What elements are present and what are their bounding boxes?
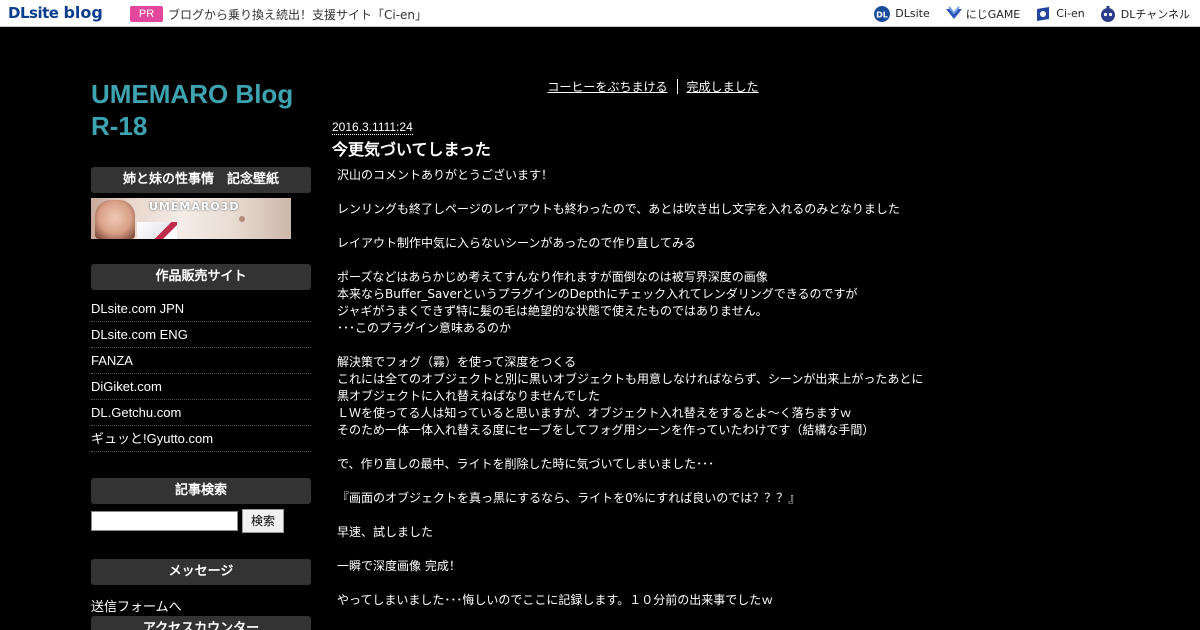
toplink-dlchannel[interactable]: DLチャンネル: [1099, 5, 1190, 23]
post-body-line: [337, 218, 997, 235]
post-body-line: [337, 439, 997, 456]
toplink-nijigame-label: にじGAME: [965, 7, 1021, 21]
logo-dlsite-text: DLsite: [8, 4, 59, 22]
blog-title-line2: R-18: [91, 111, 148, 141]
post-body-line: ･･･このプラグイン意味あるのか: [337, 321, 512, 335]
post-body-line: [337, 337, 997, 354]
post-body-line: 黒オブジェクトに入れ替えねばなりませんでした: [337, 389, 601, 403]
blog-title[interactable]: UMEMARO Blog R-18: [91, 78, 321, 142]
post-body-line: [337, 541, 997, 558]
top-bar: DLsite blog PR ブログから乗り換え続出！支援サイト「Ci-en」 …: [0, 0, 1200, 27]
post-body-line: レイアウト制作中気に入らないシーンがあったので作り直してみる: [337, 236, 697, 250]
toplink-dlchannel-label: DLチャンネル: [1120, 7, 1190, 21]
post-navigation: コーヒーをぶちまける 完成しました: [332, 78, 974, 95]
post-body-line: ポーズなどはあらかじめ考えてすんなり作れますが面倒なのは被写界深度の画像: [337, 270, 768, 284]
site-link-dlsite-eng[interactable]: DLsite.com ENG: [91, 322, 311, 348]
post-body-line: やってしまいました･･･悔しいのでここに記録します。１０分前の出来事でしたｗ: [337, 593, 774, 607]
post-date[interactable]: 2016.3.1111:24: [332, 120, 413, 135]
dlchannel-icon: [1099, 5, 1117, 23]
post-body-line: [337, 252, 997, 269]
site-link-fanza[interactable]: FANZA: [91, 348, 311, 374]
site-link-getchu[interactable]: DL.Getchu.com: [91, 400, 311, 426]
post-title: 今更気づいてしまった: [332, 140, 491, 159]
post-body-line: で、作り直しの最中、ライトを削除した時に気づいてしまいました･･･: [337, 457, 715, 471]
post-body-line: そのため一体一体入れ替える度にセーブをしてフォグ用シーンを作っていたわけです（結…: [337, 423, 875, 437]
post-body-line: 沢山のコメントありがとうございます！: [337, 168, 554, 182]
wallpaper-banner-image[interactable]: UMEMARO3D: [91, 198, 291, 239]
toplink-dlsite-label: DLsite: [895, 7, 930, 20]
sales-site-list: DLsite.com JPN DLsite.com ENG FANZA DiGi…: [91, 296, 311, 452]
post-body-line: 『画面のオブジェクトを真っ黒にするなら、ライトを0%にすれば良いのでは？？？』: [337, 491, 801, 505]
post-body-line: 一瞬で深度画像 完成！: [337, 559, 461, 573]
nav-separator: [676, 79, 678, 94]
cien-icon: [1034, 5, 1052, 23]
blog-title-line1: UMEMARO Blog: [91, 79, 294, 109]
post-body-line: ジャギがうまくできず特に髪の毛は絶望的な状態で使えたものではありません。: [337, 304, 768, 318]
post-body-line: ＬＷを使ってる人は知っていると思いますが、オブジェクト入れ替えをするとよ～く落ち…: [337, 406, 852, 420]
pr-link[interactable]: ブログから乗り換え続出！支援サイト「Ci-en」: [168, 6, 427, 23]
post-body-line: [337, 473, 997, 490]
nijigame-icon: [944, 5, 962, 23]
prev-post-link[interactable]: コーヒーをぶちまける: [547, 80, 667, 94]
article-search-input[interactable]: [91, 511, 238, 531]
section-title-wallpaper: 姉と妹の性事情 記念壁紙: [91, 167, 311, 193]
toplink-cien-label: Ci-en: [1056, 7, 1085, 20]
section-title-message: メッセージ: [91, 559, 311, 585]
section-title-access-counter: アクセスカウンター: [91, 616, 311, 630]
message-form-link[interactable]: 送信フォームへ: [91, 596, 182, 615]
pr-badge: PR: [130, 6, 163, 22]
post-body-line: これには全てのオブジェクトと別に黒いオブジェクトも用意しなければならず、シーンが…: [337, 372, 924, 386]
post-body-line: [337, 184, 997, 201]
banner-text: UMEMARO3D: [149, 200, 240, 213]
next-post-link[interactable]: 完成しました: [687, 80, 759, 94]
dlsite-blog-logo[interactable]: DLsite blog: [8, 3, 103, 24]
site-link-gyutto[interactable]: ギュッと!Gyutto.com: [91, 426, 311, 452]
toplink-dlsite[interactable]: DL DLsite: [873, 5, 930, 23]
post-body-line: [337, 507, 997, 524]
post-body-line: 早速、試しました: [337, 525, 434, 539]
section-title-search: 記事検索: [91, 478, 311, 504]
post-body-line: 本来ならBuffer_SaverというプラグインのDepthにチェック入れてレン…: [337, 287, 858, 301]
search-button[interactable]: 検索: [242, 509, 284, 533]
post-body-line: レンリングも終了しページのレイアウトも終わったので、あとは吹き出し文字を入れるの…: [337, 202, 900, 216]
post-body: 沢山のコメントありがとうございます！ レンリングも終了しページのレイアウトも終わっ…: [337, 167, 997, 609]
post-body-line: [337, 575, 997, 592]
logo-blog-text: blog: [63, 3, 103, 22]
toplink-cien[interactable]: Ci-en: [1034, 5, 1085, 23]
site-link-dlsite-jpn[interactable]: DLsite.com JPN: [91, 296, 311, 322]
toplink-nijigame[interactable]: にじGAME: [944, 5, 1021, 23]
top-links: DL DLsite にじGAME Ci-en DLチャンネル: [859, 4, 1190, 23]
dlsite-icon: DL: [873, 5, 891, 23]
section-title-sales-sites: 作品販売サイト: [91, 264, 311, 290]
site-link-digiket[interactable]: DiGiket.com: [91, 374, 311, 400]
post-body-line: 解決策でフォグ（霧）を使って深度をつくる: [337, 355, 577, 369]
svg-text:DL: DL: [876, 10, 888, 19]
